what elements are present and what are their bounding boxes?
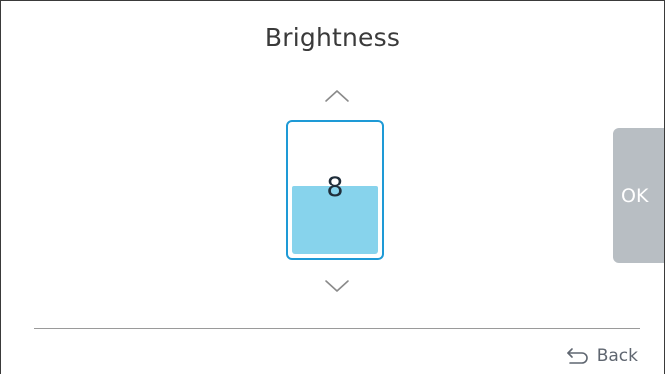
back-button[interactable]: Back (565, 344, 638, 368)
back-arrow-icon (565, 346, 591, 366)
ok-button-label: OK (621, 185, 649, 207)
footer-divider (34, 328, 640, 329)
increase-button[interactable] (323, 87, 351, 105)
brightness-value: 8 (326, 172, 344, 203)
brightness-level-box[interactable]: 8 (286, 120, 384, 260)
chevron-up-icon (325, 90, 349, 102)
back-button-label: Back (596, 346, 638, 366)
brightness-screen: Brightness 8 OK Back (0, 0, 665, 374)
decrease-button[interactable] (323, 277, 351, 295)
page-title: Brightness (264, 23, 401, 52)
chevron-down-icon (325, 280, 349, 292)
ok-button[interactable]: OK (613, 128, 664, 263)
